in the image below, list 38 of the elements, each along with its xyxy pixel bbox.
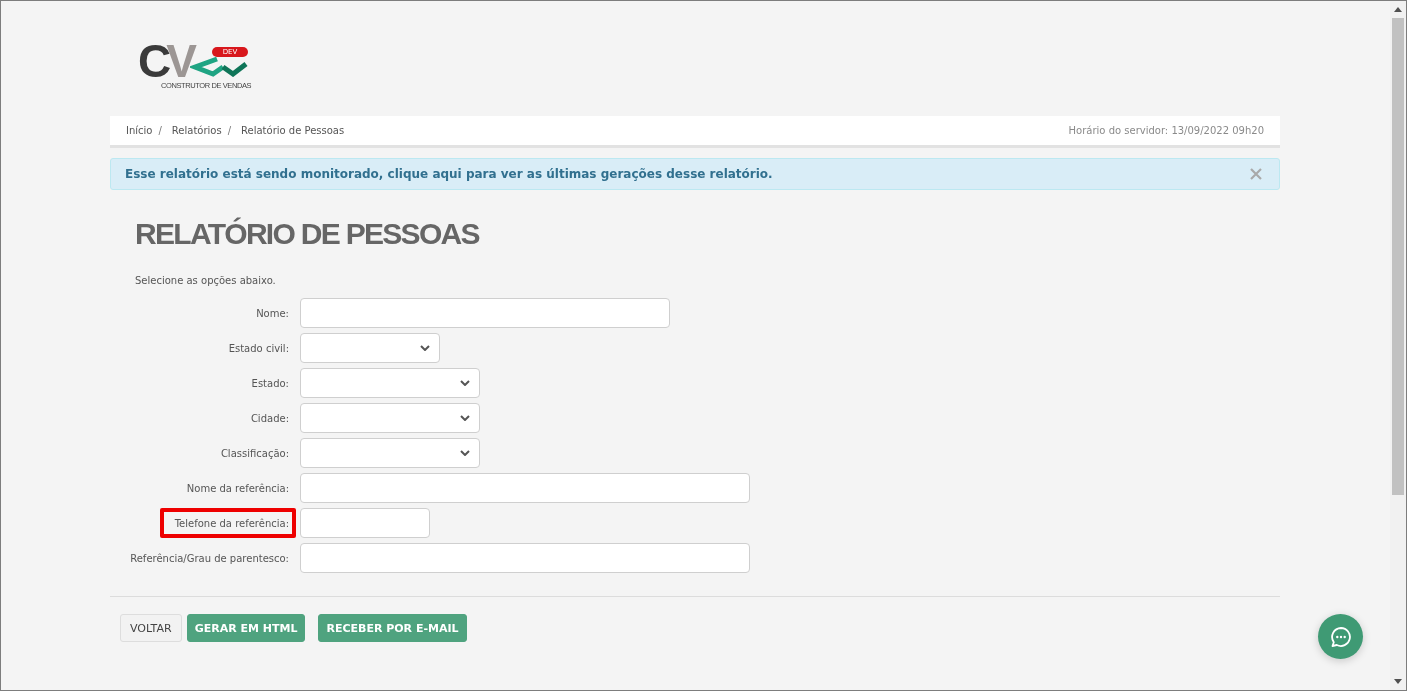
scrollbar-thumb[interactable] [1392, 18, 1404, 495]
field-label: Referência/Grau de parentesco: [129, 551, 290, 566]
field-label: Nome da referência: [185, 481, 290, 496]
field-label: Cidade: [249, 411, 290, 426]
page-title: RELATÓRIO DE PESSOAS [135, 219, 481, 249]
chevron-down-icon [420, 345, 430, 351]
instructions-text: Selecione as opções abaixo. [135, 274, 277, 288]
breadcrumb-link[interactable]: Relatórios [171, 125, 222, 136]
secondary-button[interactable]: VOLTAR [120, 614, 182, 642]
close-button[interactable] [1250, 168, 1262, 180]
chat-button[interactable] [1318, 614, 1363, 659]
breadcrumb-link[interactable]: Início [126, 125, 153, 136]
logo-lettering: CV [138, 44, 192, 78]
dropdown-field[interactable] [300, 333, 440, 363]
chevron-down-icon [460, 380, 470, 386]
chevron-down-icon [460, 415, 470, 421]
close-icon [1250, 168, 1262, 180]
field-label: Telefone da referência: [159, 508, 296, 538]
alert-link[interactable]: Esse relatório está sendo monitorado, clique aqui para ver as últimas gerações desse relatório. [125, 167, 773, 181]
dropdown-field[interactable] [300, 368, 480, 398]
text-input-field[interactable] [300, 473, 750, 503]
text-input-field[interactable] [300, 543, 750, 573]
text-input-field[interactable] [300, 298, 670, 328]
speech-bubble-icon [1329, 625, 1352, 648]
field-label: Classificação: [219, 446, 290, 461]
field-label: Estado: [250, 376, 290, 391]
field-label: Nome: [255, 306, 290, 321]
scroll-up-arrow-icon[interactable] [1394, 7, 1402, 12]
breadcrumb-link[interactable]: Relatório de Pessoas [241, 125, 345, 136]
chevron-down-icon [460, 450, 470, 456]
dropdown-field[interactable] [300, 438, 480, 468]
breadcrumb-separator: / [158, 125, 162, 136]
scroll-down-arrow-icon[interactable] [1394, 679, 1402, 684]
breadcrumb-separator: / [227, 125, 232, 136]
text-input-field[interactable] [300, 508, 430, 538]
dropdown-field[interactable] [300, 403, 480, 433]
server-time: Horário do servidor: 13/09/2022 09h20 [1068, 125, 1264, 136]
field-label: Estado civil: [227, 341, 290, 356]
